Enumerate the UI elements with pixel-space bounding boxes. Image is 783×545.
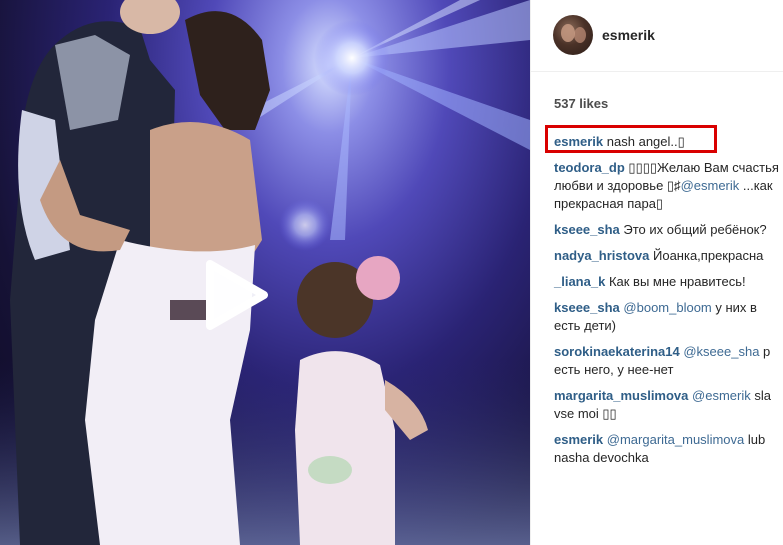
comment-line: любви и здоровье ▯♯@esmerik ...как — [554, 177, 783, 195]
comment-mention-link[interactable]: @kseee_sha — [683, 344, 759, 359]
profile-avatar[interactable] — [553, 15, 593, 55]
comment-text: прекрасная пара▯ — [554, 196, 664, 211]
comment-item: teodora_dp ▯▯▯▯Желаю Вам счастья любви и … — [554, 159, 783, 213]
comment-text: любви и здоровье ▯♯ — [554, 178, 681, 193]
comment-mention-link[interactable]: @esmerik — [692, 388, 751, 403]
post-header: esmerik — [531, 0, 783, 72]
comment-mention-link[interactable]: @margarita_muslimova — [607, 432, 744, 447]
comment-item: sorokinaekaterina14 @kseee_sha р есть нег… — [554, 343, 783, 379]
comment-author-link[interactable]: kseee_sha — [554, 222, 620, 237]
comment-author-link[interactable]: sorokinaekaterina14 — [554, 344, 680, 359]
comment-text: sla — [750, 388, 771, 403]
comment-line: kseee_sha Это их общий ребёнок? — [554, 221, 783, 239]
header-username[interactable]: esmerik — [602, 27, 655, 43]
comment-item: nadya_hristova Йоанка,прекрасна — [554, 247, 783, 265]
comment-text: ▯▯▯▯Желаю Вам счастья — [628, 160, 779, 175]
stage-light-glow — [314, 20, 390, 96]
comment-author-link[interactable]: teodora_dp — [554, 160, 625, 175]
comment-author-link[interactable]: kseee_sha — [554, 300, 620, 315]
comment-item: esmerik @margarita_muslimova lub nasha de… — [554, 431, 783, 467]
likes-count[interactable]: 537 likes — [554, 96, 608, 111]
comment-item: _liana_k Как вы мне нравитесь! — [554, 273, 783, 291]
comment-author-link[interactable]: nadya_hristova — [554, 248, 649, 263]
post-video[interactable] — [0, 0, 530, 545]
comment-item: kseee_sha @boom_bloom у них в есть дети) — [554, 299, 783, 335]
comment-mention-link[interactable]: @boom_bloom — [623, 300, 711, 315]
comment-author-link[interactable]: esmerik — [554, 432, 603, 447]
comment-item: kseee_sha Это их общий ребёнок? — [554, 221, 783, 239]
comment-text: р — [759, 344, 771, 359]
comment-text: есть него, у нее-нет — [554, 362, 674, 377]
comments-list: esmerik nash angel..▯ teodora_dp ▯▯▯▯Жела… — [554, 133, 783, 475]
comment-author-link[interactable]: margarita_muslimova — [554, 388, 688, 403]
comment-line: nasha devochka — [554, 449, 783, 467]
play-icon — [206, 260, 268, 330]
comment-text: nasha devochka — [554, 450, 649, 465]
comment-line: esmerik @margarita_muslimova lub — [554, 431, 783, 449]
post-side-panel: esmerik 537 likes esmerik nash angel..▯ t… — [531, 0, 783, 545]
comment-text: ...как — [739, 178, 773, 193]
comment-line: vse moi ▯▯ — [554, 405, 783, 423]
play-button[interactable] — [198, 258, 270, 332]
comment-line: kseee_sha @boom_bloom у них в — [554, 299, 783, 317]
comment-text: у них в — [711, 300, 757, 315]
comment-line: margarita_muslimova @esmerik sla — [554, 387, 783, 405]
comment-text: lub — [744, 432, 766, 447]
comment-mention-link[interactable]: @esmerik — [681, 178, 740, 193]
comment-line: nadya_hristova Йоанка,прекрасна — [554, 247, 783, 265]
comment-item: margarita_muslimova @esmerik sla vse moi … — [554, 387, 783, 423]
highlight-box — [545, 125, 717, 153]
comment-line: _liana_k Как вы мне нравитесь! — [554, 273, 783, 291]
comment-line: sorokinaekaterina14 @kseee_sha р — [554, 343, 783, 361]
comment-line: есть него, у нее-нет — [554, 361, 783, 379]
comment-line: teodora_dp ▯▯▯▯Желаю Вам счастья — [554, 159, 783, 177]
comment-line: есть дети) — [554, 317, 783, 335]
comment-text: vse moi ▯▯ — [554, 406, 617, 421]
comment-text: Йоанка,прекрасна — [653, 248, 764, 263]
comment-text: Как вы мне нравитесь! — [608, 274, 746, 289]
comment-text: Это их общий ребёнок? — [623, 222, 767, 237]
comment-line: прекрасная пара▯ — [554, 195, 783, 213]
comment-author-link[interactable]: _liana_k — [554, 274, 605, 289]
comment-text: есть дети) — [554, 318, 616, 333]
